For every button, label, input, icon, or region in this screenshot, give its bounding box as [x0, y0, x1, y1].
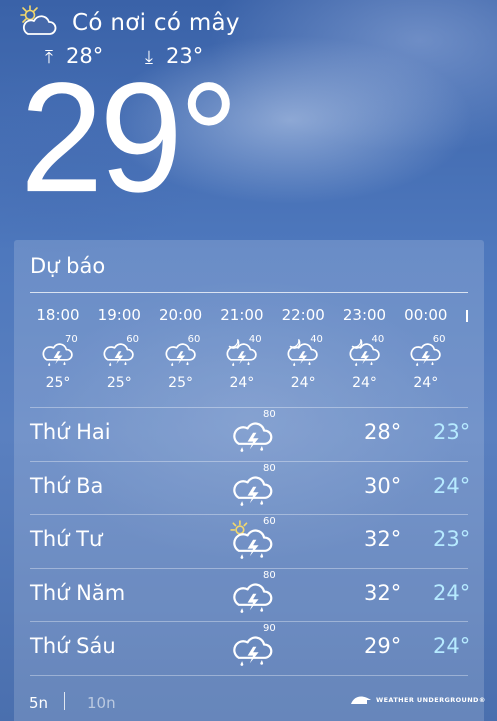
scroll-hint: [466, 310, 468, 322]
thunderstorm-icon: 70: [28, 334, 88, 370]
hour-time: 20:00: [158, 306, 203, 324]
precip-chance: 60: [187, 334, 201, 345]
precip-chance: 80: [263, 409, 276, 420]
precip-chance: 70: [65, 334, 78, 345]
night-thunderstorm-icon: 40: [335, 334, 395, 370]
precip-chance: 80: [263, 569, 276, 581]
precip-chance: 60: [263, 516, 276, 528]
thunderstorm-icon: 90: [230, 623, 280, 671]
thunderstorm-icon: 80: [230, 570, 280, 618]
day-high: 32°: [364, 527, 402, 552]
day-high: 32°: [364, 580, 402, 605]
day-low: 24°: [433, 580, 471, 605]
day-low: 23°: [433, 527, 471, 552]
hourly-item: 23:00 40 24°: [335, 306, 395, 391]
hourly-item: 18:00 70 25°: [28, 306, 88, 391]
divider: [30, 292, 468, 293]
hour-temp: 25°: [45, 375, 71, 391]
day-low: 24°: [433, 634, 471, 659]
day-name: Thứ Hai: [30, 420, 111, 444]
day-low: 24°: [433, 473, 471, 498]
hour-time: 21:00: [220, 306, 264, 324]
thunderstorm-icon: 60: [396, 334, 456, 370]
forecast-title: Dự báo: [30, 254, 106, 278]
day-name: Thứ Ba: [30, 473, 104, 498]
hour-time: 18:00: [36, 306, 80, 324]
hourly-item: 19:00 60 25°: [89, 306, 149, 391]
divider: [30, 567, 468, 569]
hour-time: 19:00: [97, 306, 141, 324]
divider: [30, 675, 468, 676]
hour-temp: 25°: [106, 375, 132, 391]
hour-time: 22:00: [281, 306, 325, 324]
weather-underground-logo[interactable]: WEATHER UNDERGROUND®: [350, 694, 486, 706]
hour-temp: 24°: [413, 375, 439, 391]
night-thunderstorm-icon: 40: [212, 334, 272, 370]
thunderstorm-icon: 60: [151, 334, 211, 370]
divider: [64, 692, 65, 710]
hourly-item: 00:00 60 24°: [396, 306, 456, 391]
day-low: 23°: [433, 420, 471, 444]
day-name: Thứ Sáu: [30, 634, 116, 659]
precip-chance: 40: [371, 334, 385, 345]
hourly-item: 20:00 60 25°: [151, 306, 211, 391]
thunderstorm-icon: 60: [89, 334, 149, 370]
hourly-item: 22:00 40 24°: [273, 306, 333, 391]
divider: [30, 514, 468, 516]
current-temperature: 29°: [20, 49, 239, 225]
hour-temp: 24°: [352, 375, 377, 391]
divider: [30, 621, 468, 623]
hour-time: 23:00: [342, 306, 387, 324]
precip-chance: 90: [263, 623, 276, 635]
thunderstorm-icon: 80: [230, 463, 280, 511]
divider: [30, 460, 468, 462]
sun-thunderstorm-icon: 60: [230, 516, 280, 564]
tab-5-days[interactable]: 5n: [29, 694, 48, 712]
hour-temp: 25°: [168, 375, 193, 391]
hourly-item: 21:00 40 24°: [212, 306, 272, 391]
thunderstorm-icon: 80: [230, 409, 280, 457]
precip-chance: 60: [126, 334, 140, 345]
partly-cloudy-sun-icon: [18, 4, 58, 40]
precip-chance: 60: [432, 334, 446, 345]
day-name: Thứ Tư: [30, 527, 103, 552]
precip-chance: 80: [263, 462, 276, 474]
hour-temp: 24°: [229, 375, 255, 391]
day-name: Thứ Năm: [30, 580, 126, 605]
day-high: 30°: [364, 473, 402, 498]
day-high: 28°: [364, 420, 402, 444]
hour-temp: 24°: [290, 375, 316, 391]
current-condition: Có nơi có mây: [72, 10, 240, 36]
tab-10-days[interactable]: 10n: [87, 694, 116, 712]
day-high: 29°: [364, 634, 402, 659]
weather-underground-icon: [351, 696, 371, 704]
hour-time: 00:00: [404, 306, 448, 324]
precip-chance: 40: [310, 334, 323, 345]
night-thunderstorm-icon: 40: [273, 334, 333, 370]
divider: [30, 407, 468, 408]
precip-chance: 40: [248, 334, 262, 345]
